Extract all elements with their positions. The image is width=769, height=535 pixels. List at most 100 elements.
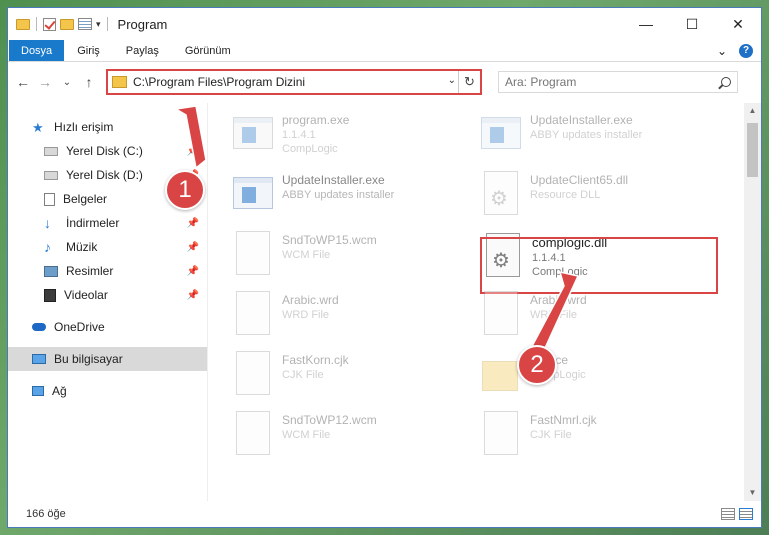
forward-button[interactable]: → <box>36 74 54 90</box>
recent-locations-button[interactable]: ⌄ <box>58 77 76 88</box>
computer-icon <box>32 354 46 364</box>
expand-ribbon-icon[interactable]: ⌄ <box>717 44 727 58</box>
star-icon: ★ <box>32 119 44 135</box>
pin-icon[interactable]: 📌 <box>187 266 199 277</box>
sidebar-item-label: OneDrive <box>54 320 105 334</box>
properties-icon[interactable] <box>78 18 92 30</box>
step-marker-1: 1 <box>165 170 205 210</box>
file-name: SndToWP12.wcm <box>282 413 377 427</box>
help-icon[interactable]: ? <box>739 43 753 58</box>
tab-view[interactable]: Görünüm <box>172 40 244 61</box>
file-name: SndToWP15.wcm <box>282 233 377 247</box>
file-description: ABBY updates installer <box>530 129 643 141</box>
pin-icon[interactable]: 📌 <box>187 242 199 253</box>
sidebar-item-pictures[interactable]: Resimler 📌 <box>8 259 207 283</box>
address-bar[interactable]: C:\Program Files\Program Dizini ⌄ ↻ <box>106 69 482 95</box>
sidebar-item-label: İndirmeler <box>66 216 120 230</box>
tiles-view-icon[interactable] <box>739 508 753 520</box>
pin-icon[interactable]: 📌 <box>187 218 199 229</box>
documents-icon <box>44 192 55 206</box>
address-path[interactable]: C:\Program Files\Program Dizini <box>133 75 305 89</box>
file-description: Resource DLL <box>530 189 601 201</box>
file-item[interactable]: FastNmrl.cjk CJK File <box>480 409 715 465</box>
pin-icon[interactable]: 📌 <box>187 146 199 157</box>
up-button[interactable]: ↑ <box>80 74 98 90</box>
sidebar-item-label: Videolar <box>64 288 108 302</box>
new-folder-icon[interactable] <box>60 18 74 30</box>
sidebar-item-network[interactable]: Ağ <box>8 379 207 403</box>
sidebar-item-onedrive[interactable]: OneDrive <box>8 315 207 339</box>
sidebar-item-this-pc[interactable]: Bu bilgisayar <box>8 347 207 371</box>
file-type: WCM File <box>282 249 331 261</box>
sidebar-item-label: Hızlı erişim <box>54 120 114 134</box>
tab-file[interactable]: Dosya <box>9 40 65 61</box>
exe-icon <box>232 169 274 217</box>
tab-share[interactable]: Paylaş <box>113 40 172 61</box>
drive-icon <box>44 170 58 180</box>
file-type: WRD File <box>530 309 578 321</box>
file-item[interactable]: FastKorn.cjk CJK File <box>232 349 467 405</box>
customize-toolbar-icon[interactable]: ▾ <box>96 19 101 30</box>
file-version: 1.1.4.1 <box>282 129 316 141</box>
music-icon: ♪ <box>44 238 51 255</box>
file-item[interactable]: Arabic.wrd WRD File <box>480 289 715 345</box>
pictures-icon <box>44 265 58 277</box>
file-item[interactable]: UpdateInstaller.exe ABBY updates install… <box>232 169 467 225</box>
file-icon <box>232 229 274 277</box>
details-view-icon[interactable] <box>721 508 735 520</box>
sidebar-item-quick-access[interactable]: ★ Hızlı erişim <box>8 115 207 139</box>
maximize-button[interactable]: ☐ <box>669 8 715 40</box>
minimize-button[interactable]: — <box>623 8 669 40</box>
sidebar-item-videos[interactable]: Videolar 📌 <box>8 283 207 307</box>
ribbon-tabs: Dosya Giriş Paylaş Görünüm ⌄ ? <box>8 40 761 62</box>
file-name: program.exe <box>282 113 350 127</box>
videos-icon <box>44 288 56 302</box>
file-item[interactable]: SndToWP15.wcm WCM File <box>232 229 467 285</box>
file-list: program.exe 1.1.4.1 CompLogic UpdateInst… <box>208 103 761 501</box>
scroll-down-icon[interactable]: ▼ <box>744 485 761 501</box>
tab-home[interactable]: Giriş <box>64 40 113 61</box>
sidebar-item-label: Resimler <box>66 264 114 278</box>
file-description: ABBY updates installer <box>282 189 395 201</box>
scroll-up-icon[interactable]: ▲ <box>744 103 761 119</box>
file-name: FastKorn.cjk <box>282 353 349 367</box>
network-icon <box>32 386 44 396</box>
properties-check-icon[interactable] <box>43 17 56 31</box>
quick-access-toolbar: ▾ <box>16 17 110 31</box>
address-dropdown-icon[interactable]: ⌄ <box>448 75 456 86</box>
refresh-button[interactable]: ↻ <box>458 71 480 93</box>
scroll-thumb[interactable] <box>747 123 758 177</box>
file-item[interactable]: program.exe 1.1.4.1 CompLogic <box>232 109 467 165</box>
file-item[interactable]: Source CompLogic <box>480 349 715 405</box>
search-box[interactable] <box>498 71 738 93</box>
pin-icon[interactable]: 📌 <box>187 290 199 301</box>
file-type: WRD File <box>282 309 330 321</box>
vertical-scrollbar[interactable]: ▲ ▼ <box>744 103 761 501</box>
file-type: WCM File <box>282 429 331 441</box>
sidebar-item-label: Bu bilgisayar <box>54 352 123 366</box>
address-row: ← → ⌄ ↑ C:\Program Files\Program Dizini … <box>8 62 761 102</box>
sidebar-item-disk-c[interactable]: Yerel Disk (C:) 📌 <box>8 139 207 163</box>
explorer-window: ▾ Program — ☐ ✕ Dosya Giriş Paylaş Görün… <box>7 7 762 528</box>
back-button[interactable]: ← <box>14 74 32 90</box>
toolbar-divider <box>106 17 108 31</box>
folder-icon <box>480 349 522 397</box>
exe-icon <box>480 109 522 157</box>
navigation-pane: ★ Hızlı erişim Yerel Disk (C:) 📌 Yerel D… <box>8 103 208 501</box>
file-item[interactable]: Arabic.wrd WRD File <box>232 289 467 345</box>
search-input[interactable] <box>505 75 721 89</box>
file-item[interactable]: UpdateClient65.dll Resource DLL <box>480 169 715 225</box>
title-bar: ▾ Program — ☐ ✕ <box>8 8 761 40</box>
file-name: Arabic.wrd <box>282 293 339 307</box>
sidebar-item-label: Müzik <box>66 240 98 254</box>
sidebar-item-label: Ağ <box>52 384 67 398</box>
sidebar-item-downloads[interactable]: ↓ İndirmeler 📌 <box>8 211 207 235</box>
sidebar-item-label: Belgeler <box>63 192 108 206</box>
search-icon[interactable] <box>721 77 731 87</box>
sidebar-item-music[interactable]: ♪ Müzik 📌 <box>8 235 207 259</box>
file-item[interactable]: SndToWP12.wcm WCM File <box>232 409 467 465</box>
file-icon <box>232 289 274 337</box>
close-button[interactable]: ✕ <box>715 8 761 40</box>
file-name: Arabic.wrd <box>530 293 587 307</box>
file-item[interactable]: UpdateInstaller.exe ABBY updates install… <box>480 109 715 165</box>
